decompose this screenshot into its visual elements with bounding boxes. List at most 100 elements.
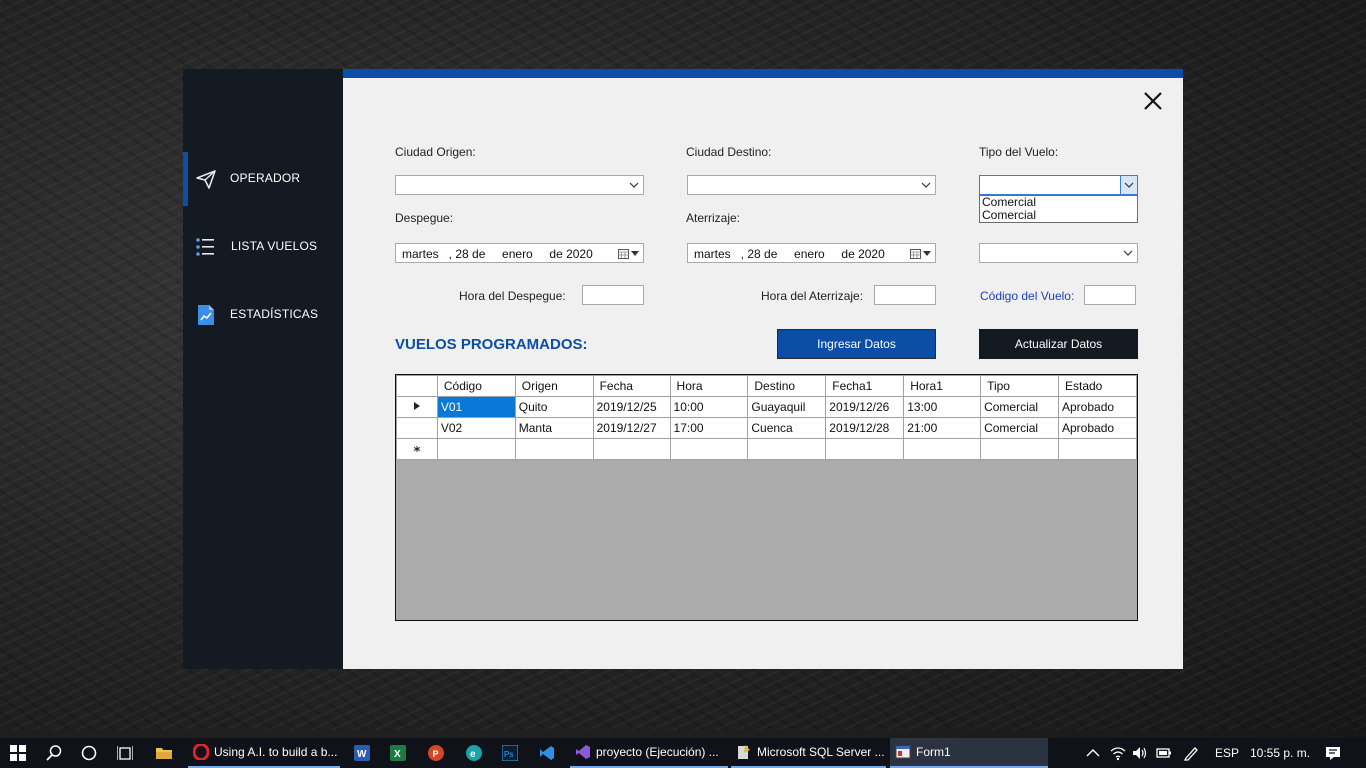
table-cell[interactable] (669, 438, 749, 460)
flight-type-select[interactable] (979, 175, 1138, 195)
flights-table: Código Origen Fecha Hora Destino Fecha1 … (396, 375, 1137, 460)
network-icon[interactable] (1110, 745, 1126, 761)
list-icon (196, 238, 214, 256)
destination-city-select[interactable] (687, 175, 936, 195)
table-cell[interactable] (825, 438, 905, 460)
table-cell[interactable] (903, 438, 982, 460)
battery-icon[interactable] (1156, 745, 1172, 761)
sidebar: OPERADOR LISTA VUELOS ESTADÍSTICAS (183, 69, 343, 669)
origin-city-select[interactable] (395, 175, 644, 195)
chevron-up-icon[interactable] (1085, 745, 1101, 761)
row-header[interactable] (396, 417, 438, 439)
takeoff-time-input[interactable] (582, 285, 644, 305)
takeoff-date-picker[interactable]: martes , 28 de enero de 2020 (395, 243, 644, 263)
table-cell[interactable]: V02 (436, 417, 516, 439)
table-cell[interactable]: V01 (436, 396, 516, 418)
table-cell[interactable]: 21:00 (903, 417, 982, 439)
table-cell[interactable]: Quito (514, 396, 594, 418)
sidebar-item-operador[interactable]: OPERADOR (183, 152, 343, 206)
new-row-indicator[interactable] (396, 438, 438, 460)
taskbar-app-label: Using A.I. to build a b... (214, 745, 338, 759)
column-header[interactable]: Tipo (980, 375, 1059, 397)
column-header[interactable]: Fecha (592, 375, 671, 397)
task-view-icon[interactable] (117, 745, 133, 761)
update-data-button[interactable]: Actualizar Datos (979, 329, 1138, 359)
column-header[interactable]: Hora (669, 375, 749, 397)
file-explorer-icon[interactable] (156, 745, 172, 761)
table-cell[interactable]: Aprobado (1058, 417, 1137, 439)
table-cell[interactable] (747, 438, 827, 460)
table-cell[interactable]: Comercial (980, 417, 1059, 439)
calendar-icon (618, 249, 629, 259)
table-cell[interactable]: Comercial (980, 396, 1059, 418)
table-cell[interactable]: Aprobado (1058, 396, 1137, 418)
row-header-corner (396, 375, 438, 397)
table-cell[interactable]: 13:00 (903, 396, 982, 418)
caret-down-icon (923, 251, 931, 256)
taskbar-app-visual-studio[interactable]: proyecto (Ejecución) ... (570, 738, 728, 768)
table-cell[interactable]: 2019/12/26 (825, 396, 905, 418)
column-header[interactable]: Código (436, 375, 516, 397)
table-row[interactable]: V02 Manta 2019/12/27 17:00 Cuenca 2019/1… (396, 417, 1137, 439)
table-cell[interactable]: 17:00 (669, 417, 749, 439)
status-select[interactable] (979, 243, 1138, 263)
search-icon[interactable] (46, 745, 62, 761)
close-icon[interactable] (1141, 89, 1165, 113)
flights-data-grid[interactable]: Código Origen Fecha Hora Destino Fecha1 … (395, 374, 1138, 621)
form-icon (895, 745, 911, 759)
asterisk-icon (413, 446, 421, 452)
table-cell[interactable] (592, 438, 671, 460)
taskbar-app-word[interactable]: W (349, 738, 377, 768)
table-cell[interactable] (980, 438, 1059, 460)
table-cell[interactable]: 2019/12/27 (592, 417, 671, 439)
column-header[interactable]: Hora1 (903, 375, 982, 397)
column-header[interactable]: Estado (1058, 375, 1137, 397)
taskbar-app-form1[interactable]: Form1 (890, 738, 1048, 768)
table-cell[interactable]: 2019/12/28 (825, 417, 905, 439)
pen-icon[interactable] (1183, 745, 1199, 761)
dropdown-option[interactable]: Comercial (980, 209, 1137, 222)
main-form: Ciudad Origen: Ciudad Destino: Tipo del … (343, 69, 1183, 669)
table-cell[interactable]: Guayaquil (747, 396, 827, 418)
chart-file-icon (198, 305, 214, 325)
table-cell[interactable]: 2019/12/25 (592, 396, 671, 418)
language-indicator[interactable]: ESP (1215, 738, 1239, 768)
word-icon: W (354, 745, 370, 761)
landing-time-input[interactable] (874, 285, 936, 305)
new-row[interactable] (396, 438, 1137, 460)
taskbar-app-sql-server[interactable]: Microsoft SQL Server ... (731, 738, 886, 768)
sidebar-item-lista-vuelos[interactable]: LISTA VUELOS (183, 220, 343, 274)
table-cell[interactable] (436, 438, 516, 460)
taskbar-app-powerpoint[interactable]: P (423, 738, 451, 768)
flight-code-input[interactable] (1084, 285, 1136, 305)
column-header[interactable]: Fecha1 (825, 375, 905, 397)
flight-type-options: Comercial Comercial (979, 195, 1138, 223)
table-row[interactable]: V01 Quito 2019/12/25 10:00 Guayaquil 201… (396, 396, 1137, 418)
dropdown-button[interactable] (1120, 176, 1137, 194)
column-header[interactable]: Destino (747, 375, 827, 397)
current-row-indicator[interactable] (396, 396, 438, 418)
svg-text:P: P (433, 749, 439, 759)
volume-icon[interactable] (1132, 745, 1148, 761)
taskbar-app-edge[interactable]: e (461, 738, 489, 768)
insert-data-button[interactable]: Ingresar Datos (777, 329, 936, 359)
excel-icon: X (390, 745, 406, 761)
cortana-icon[interactable] (81, 745, 97, 761)
flight-type-label: Tipo del Vuelo: (979, 145, 1059, 159)
powerpoint-icon: P (428, 745, 444, 761)
table-cell[interactable]: Cuenca (747, 417, 827, 439)
notifications-icon[interactable] (1325, 745, 1341, 761)
landing-date-picker[interactable]: martes , 28 de enero de 2020 (687, 243, 936, 263)
taskbar-app-opera[interactable]: Using A.I. to build a b... (188, 738, 340, 768)
taskbar-app-excel[interactable]: X (385, 738, 413, 768)
table-cell[interactable]: 10:00 (669, 396, 749, 418)
taskbar-app-photoshop[interactable]: Ps (497, 738, 525, 768)
table-cell[interactable] (1058, 438, 1137, 460)
table-cell[interactable]: Manta (514, 417, 594, 439)
clock[interactable]: 10:55 p. m. (1250, 738, 1310, 768)
sidebar-item-estadisticas[interactable]: ESTADÍSTICAS (183, 288, 343, 342)
windows-start-icon[interactable] (10, 745, 26, 761)
table-cell[interactable] (514, 438, 594, 460)
taskbar-app-vscode[interactable] (534, 738, 562, 768)
column-header[interactable]: Origen (514, 375, 594, 397)
